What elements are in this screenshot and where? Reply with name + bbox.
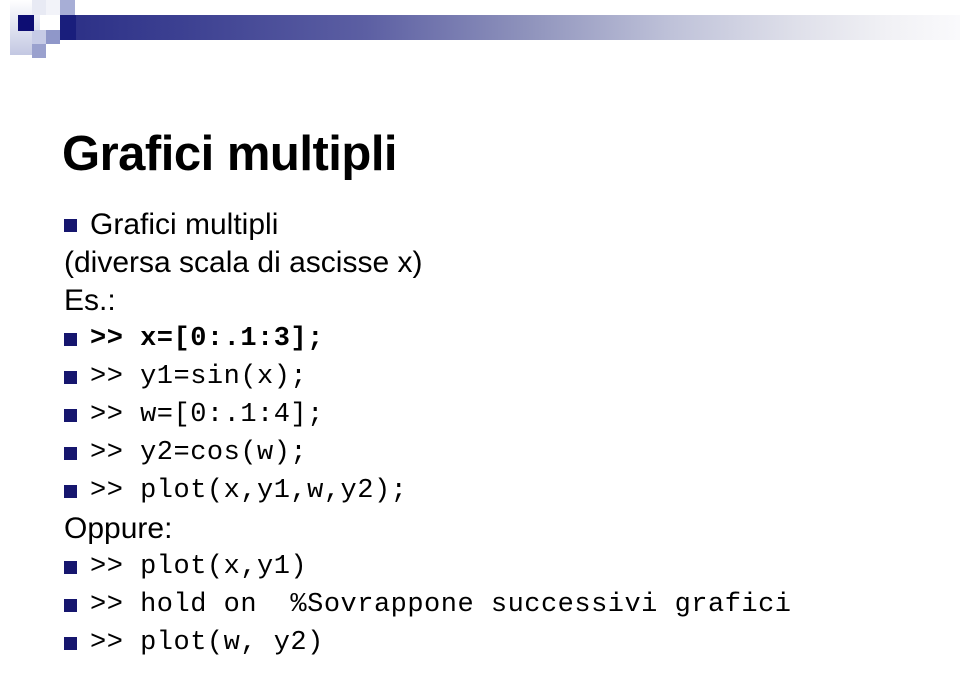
code-line-text: >> plot(x,y1) [90, 552, 308, 582]
body-line: >> y2=cos(w); [58, 434, 958, 472]
bullet-cell [58, 320, 90, 358]
header-bar-dark-cap [60, 15, 76, 40]
bullet-cell [58, 358, 90, 396]
body-line: >> y1=sin(x); [58, 358, 958, 396]
body-line-text: Oppure: [64, 512, 173, 545]
body-line-text: Es.: [64, 284, 116, 317]
bullet-cell [58, 434, 90, 472]
code-line-text: >> w=[0:.1:4]; [90, 400, 324, 430]
bullet-cell [58, 396, 90, 434]
header-square-dark-navy [18, 15, 34, 31]
bullet-cell [58, 624, 90, 662]
header-square-pale-top [46, 0, 60, 15]
header-square-mid-top [60, 0, 75, 15]
body-line: >> plot(x,y1) [58, 548, 958, 586]
bullet-square-icon [64, 636, 77, 650]
body-line: Es.: [58, 282, 958, 320]
bullet-square-icon [64, 560, 77, 574]
body-line-text: (diversa scala di ascisse x) [64, 246, 423, 279]
code-line-text: >> y1=sin(x); [90, 362, 308, 392]
header-square-light-top [32, 0, 46, 15]
body-line: Grafici multipli [58, 206, 958, 244]
page-title: Grafici multipli [62, 126, 398, 181]
body-line: >> w=[0:.1:4]; [58, 396, 958, 434]
body-line-text: Grafici multipli [90, 208, 279, 241]
bullet-square-icon [64, 408, 77, 422]
bullet-cell [58, 586, 90, 624]
body-line: >> hold on %Sovrappone successivi grafic… [58, 586, 958, 624]
body-line: Oppure: [58, 510, 958, 548]
header-square-mid-bottom [32, 44, 46, 58]
code-line-text: >> y2=cos(w); [90, 438, 308, 468]
code-line-text: >> plot(w, y2) [90, 628, 324, 658]
bullet-cell [58, 472, 90, 510]
bullet-cell [58, 548, 90, 586]
header-square-light-mid [32, 30, 46, 44]
header-gradient-bar [60, 15, 960, 40]
bullet-square-icon [64, 332, 77, 346]
body-line: >> x=[0:.1:3]; [58, 320, 958, 358]
slide-header-decoration [0, 0, 960, 62]
bullet-square-icon [64, 218, 77, 232]
header-square-mid-right [46, 30, 60, 44]
code-line-text: >> x=[0:.1:3]; [90, 324, 324, 354]
body-line: >> plot(w, y2) [58, 624, 958, 662]
body-line: (diversa scala di ascisse x) [58, 244, 958, 282]
bullet-square-icon [64, 598, 77, 612]
bullet-cell [58, 206, 90, 244]
bullet-square-icon [64, 484, 77, 498]
code-line-text: >> hold on %Sovrappone successivi grafic… [90, 590, 792, 620]
slide-body: Grafici multipli (diversa scala di asciss… [58, 206, 958, 662]
bullet-square-icon [64, 370, 77, 384]
header-square-white-notch [60, 40, 75, 46]
body-line: >> plot(x,y1,w,y2); [58, 472, 958, 510]
code-line-text: >> plot(x,y1,w,y2); [90, 476, 408, 506]
bullet-square-icon [64, 446, 77, 460]
